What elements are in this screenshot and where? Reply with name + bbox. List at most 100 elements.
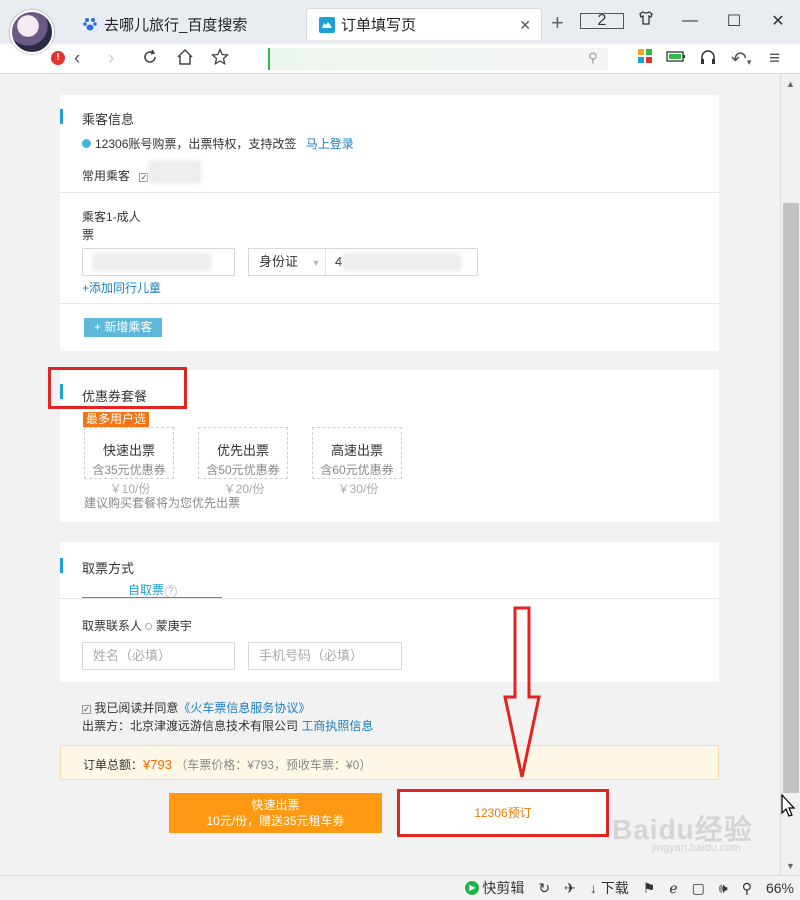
license-link[interactable]: 工商执照信息 (301, 719, 373, 733)
agreement-link[interactable]: 《火车票信息服务协议》 (178, 701, 310, 715)
quick-clip-button[interactable]: ▶ 快剪辑 (465, 878, 524, 898)
headphones-icon[interactable] (699, 48, 717, 72)
tshirt-skin-icon[interactable] (624, 10, 668, 31)
pickup-section-title: 取票方式 (82, 561, 135, 576)
screenshot-icon[interactable]: ▢ (692, 880, 705, 897)
package-priority[interactable]: 优先出票 含50元优惠券 ￥20/份 (198, 427, 288, 496)
summary-label: 订单总额： (83, 758, 144, 772)
divider (60, 192, 719, 193)
promo-text: 12306账号购票，出票特权，支持改签 (95, 137, 297, 151)
divider (60, 303, 719, 304)
highlight-box (48, 367, 187, 409)
new-tab-icon[interactable]: + (551, 10, 564, 36)
tab-label: 订单填写页 (341, 17, 417, 34)
status-bar: ▶ 快剪辑 ↻ ✈ ↓ 下载 ⚑ ℯ ▢ 🕪 ⚲ 66% (0, 875, 800, 900)
blurred-passenger-name (92, 253, 212, 271)
blurred-id-number (342, 253, 462, 271)
package-name: 快速出票 (102, 443, 155, 458)
package-name: 优先出票 (216, 443, 269, 458)
section-accent (60, 109, 63, 124)
contact-row: 取票联系人 蒙庚宇 (82, 617, 192, 634)
minimize-icon[interactable]: — (668, 12, 712, 30)
contact-label: 取票联系人 (82, 619, 143, 633)
name-field[interactable]: 姓名（必填） (82, 642, 235, 670)
rotate-icon[interactable]: ↻ (538, 880, 550, 897)
chevron-down-icon: ▼ (311, 258, 321, 268)
tab-count-button[interactable]: 2 (580, 12, 624, 30)
promo-line: 12306账号购票，出票特权，支持改签 马上登录 (82, 135, 354, 152)
login-link[interactable]: 马上登录 (306, 137, 354, 151)
package-express[interactable]: 高速出票 含60元优惠券 ￥30/份 (312, 427, 402, 496)
back-icon[interactable]: ‹ (74, 48, 80, 70)
menu-icon[interactable]: ≡ (769, 48, 780, 70)
package-content: 含50元优惠券 (206, 463, 280, 477)
section-accent (60, 558, 63, 573)
flag-icon[interactable]: ⚑ (643, 880, 656, 897)
qunar-camel-icon (319, 16, 335, 33)
address-bar[interactable] (268, 48, 608, 70)
favorite-star-icon[interactable] (210, 47, 230, 72)
frequent-label: 常用乘客 (82, 169, 131, 183)
passenger-1-label: 乘客1-成人 (82, 210, 141, 224)
package-content: 含60元优惠券 (320, 463, 394, 477)
package-name: 高速出票 (330, 443, 383, 458)
window-controls: 2 — ☐ ✕ (580, 10, 800, 31)
forward-icon[interactable]: › (108, 48, 114, 70)
scroll-down-icon[interactable]: ▼ (786, 861, 795, 871)
id-type-select[interactable]: 身份证 (259, 254, 298, 269)
passenger-card: 乘客信息 12306账号购票，出票特权，支持改签 马上登录 常用乘客 ✓ 乘客1… (60, 95, 719, 351)
mouse-cursor-icon (781, 793, 796, 817)
pickup-card: 取票方式 自取票? 取票联系人 蒙庚宇 姓名（必填） 手机号码（必填） (60, 542, 719, 682)
volume-icon[interactable]: 🕪 (719, 880, 728, 897)
ie-icon[interactable]: ℯ (669, 880, 677, 897)
package-content: 含35元优惠券 (92, 463, 166, 477)
agreement-row: ✓ 我已阅读并同意《火车票信息服务协议》 (82, 699, 310, 716)
agreement-checkbox[interactable]: ✓ (82, 705, 91, 714)
hot-tag-badge: 最多用户选 (83, 412, 150, 427)
passenger-section-title: 乘客信息 (82, 112, 135, 127)
refresh-icon[interactable] (141, 48, 159, 72)
search-icon[interactable]: ⚲ (588, 50, 598, 66)
frequent-checkbox[interactable]: ✓ (139, 173, 149, 182)
close-window-icon[interactable]: ✕ (756, 11, 800, 31)
summary-line: 订单总额：¥793 （车票价格：¥793，预收车票：¥0） (83, 756, 371, 773)
fast-ticket-button[interactable]: 快速出票 10元/份，赠送35元租车券 (169, 793, 382, 833)
contact-name: 蒙庚宇 (155, 619, 192, 633)
book-12306-button[interactable]: 12306预订 (397, 789, 609, 837)
issuer-text: 出票方：北京津渡远游信息技术有限公司 (82, 719, 299, 733)
package-fast[interactable]: 快速出票 含35元优惠券 ￥10/份 (84, 427, 174, 496)
baidu-watermark-url: jingyan.baidu.com (652, 842, 741, 854)
tab-baidu-search[interactable]: 去哪儿旅行_百度搜索 (70, 8, 306, 40)
zoom-level[interactable]: 66% (766, 880, 794, 896)
tab-self-pickup[interactable]: 自取票? (128, 581, 177, 598)
add-passenger-button[interactable]: + 新增乘客 (84, 318, 163, 337)
blurred-name (148, 160, 202, 184)
download-button[interactable]: ↓ 下载 (590, 878, 629, 898)
user-avatar[interactable] (10, 10, 54, 54)
navigation-bar: ‹ › ⚲ ↶▾ ≡ (0, 44, 800, 74)
maximize-icon[interactable]: ☐ (712, 11, 756, 31)
tab-order-form[interactable]: 订单填写页 ✕ (306, 8, 542, 40)
vertical-scrollbar[interactable]: ▲ ▼ (780, 75, 800, 875)
home-icon[interactable] (176, 48, 194, 72)
price-detail: （车票价格：¥793，预收车票：¥0） (175, 758, 372, 772)
scroll-up-icon[interactable]: ▲ (786, 79, 795, 89)
battery-icon[interactable] (666, 48, 686, 70)
apps-grid-icon[interactable] (637, 48, 653, 70)
alert-badge[interactable]: ! (51, 51, 65, 65)
undo-icon[interactable]: ↶▾ (731, 48, 751, 71)
phone-field[interactable]: 手机号码（必填） (248, 642, 402, 670)
scroll-thumb[interactable] (783, 203, 799, 793)
info-dot-icon (82, 139, 91, 148)
download-icon: ↓ (589, 880, 597, 896)
ticket-label: 票 (82, 228, 95, 242)
issuer-row: 出票方：北京津渡远游信息技术有限公司 工商执照信息 (82, 717, 373, 734)
add-child-link[interactable]: +添加同行儿童 (82, 279, 161, 296)
browser-tab-bar: 去哪儿旅行_百度搜索 订单填写页 ✕ + 2 — ☐ ✕ (0, 0, 800, 44)
contact-radio[interactable] (145, 623, 153, 630)
pin-icon[interactable]: ✈ (564, 880, 576, 897)
close-icon[interactable]: ✕ (519, 17, 531, 34)
agreement-prefix: 我已阅读并同意 (94, 701, 179, 715)
package-price: ￥30/份 (337, 482, 379, 496)
zoom-search-icon[interactable]: ⚲ (742, 880, 752, 897)
